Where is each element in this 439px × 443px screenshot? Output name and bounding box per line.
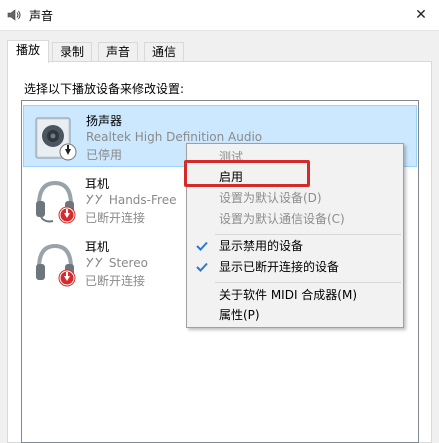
bluetooth-glyph-icon — [86, 257, 103, 268]
menu-item-label: 设置为默认设备(D) — [219, 191, 322, 205]
menu-item-label: 关于软件 MIDI 合成器(M) — [219, 288, 358, 302]
device-description-text: Hands-Free — [108, 193, 177, 207]
instruction-label: 选择以下播放设备来修改设置: — [24, 82, 185, 96]
bluetooth-glyph-icon — [86, 194, 103, 205]
menu-item-set-default-comm-device[interactable]: 设置为默认通信设备(C) — [187, 209, 403, 229]
tab-playback[interactable]: 播放 — [7, 40, 49, 63]
close-button[interactable]: ✕ — [409, 4, 433, 26]
menu-item-about-midi-synth[interactable]: 关于软件 MIDI 合成器(M) — [187, 285, 403, 305]
window-title: 声音 — [29, 9, 54, 23]
annotation-highlight-box — [184, 160, 310, 187]
device-status: 已断开连接 — [85, 274, 146, 288]
menu-item-label: 属性(P) — [219, 308, 260, 322]
device-name: 耳机 — [85, 240, 110, 254]
device-name: 扬声器 — [86, 114, 123, 128]
menu-item-properties[interactable]: 属性(P) — [187, 305, 403, 325]
menu-item-label: 显示已断开连接的设备 — [219, 260, 340, 274]
title-bar: 声音 ✕ — [0, 0, 439, 31]
menu-item-set-default-device[interactable]: 设置为默认设备(D) — [187, 188, 403, 208]
device-description: Realtek High Definition Audio — [86, 130, 263, 144]
menu-item-show-disabled-devices[interactable]: 显示禁用的设备 — [187, 236, 403, 256]
tab-sounds[interactable]: 声音 — [98, 42, 138, 62]
device-name: 耳机 — [85, 177, 110, 191]
menu-separator — [215, 282, 401, 283]
device-description: Hands-Free — [85, 193, 176, 207]
device-description: Stereo — [85, 256, 148, 270]
device-status: 已停用 — [86, 148, 123, 162]
device-description-text: Stereo — [108, 256, 148, 270]
menu-item-show-disconnected-devices[interactable]: 显示已断开连接的设备 — [187, 257, 403, 277]
headset-icon — [36, 180, 76, 224]
close-icon[interactable]: ✕ — [415, 7, 427, 23]
menu-item-label: 设置为默认通信设备(C) — [219, 212, 345, 226]
tab-recording[interactable]: 录制 — [52, 42, 92, 62]
checkmark-icon — [196, 262, 208, 272]
menu-item-label: 显示禁用的设备 — [219, 239, 304, 253]
headphones-icon — [36, 243, 76, 287]
device-status: 已断开连接 — [85, 211, 146, 225]
speaker-app-icon — [7, 9, 21, 21]
menu-separator — [215, 234, 401, 235]
checkmark-icon — [196, 241, 208, 251]
tab-communications[interactable]: 通信 — [144, 42, 184, 62]
speaker-icon — [35, 117, 77, 161]
